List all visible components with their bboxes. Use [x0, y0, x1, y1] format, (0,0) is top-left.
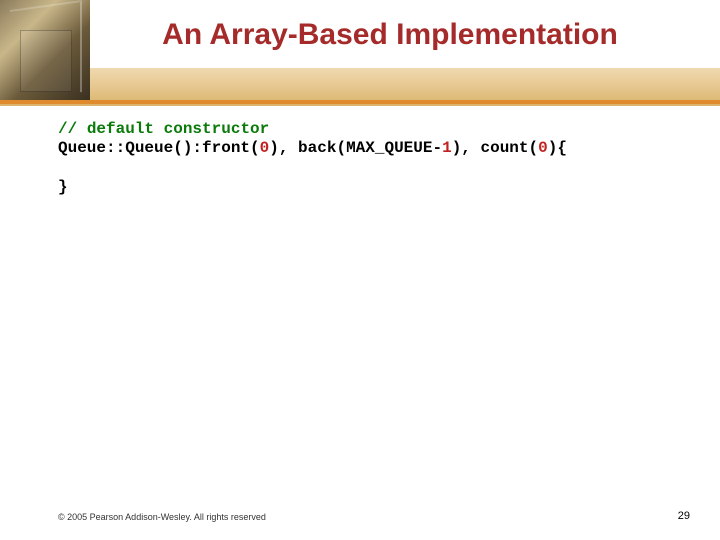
code-literal-one: 1	[442, 139, 452, 157]
code-comment-slashes: //	[58, 120, 87, 138]
code-line2-part-d: ){	[548, 139, 567, 157]
code-literal-zero-1: 0	[260, 139, 270, 157]
code-literal-zero-2: 0	[538, 139, 548, 157]
title-bar: An Array-Based Implementation	[0, 0, 720, 70]
code-comment-text: default constructor	[87, 120, 269, 138]
slide-header: An Array-Based Implementation	[0, 0, 720, 100]
code-line2-part-b: ), back(MAX_QUEUE-	[269, 139, 442, 157]
copyright-footer: © 2005 Pearson Addison-Wesley. All right…	[58, 512, 266, 522]
code-line2-part-c: ), count(	[452, 139, 538, 157]
slide-title: An Array-Based Implementation	[162, 18, 618, 52]
header-divider-line	[0, 100, 720, 104]
code-close-brace: }	[58, 178, 68, 196]
code-block: // default constructor Queue::Queue():fr…	[58, 120, 700, 197]
code-line2-part-a: Queue::Queue():front(	[58, 139, 260, 157]
page-number: 29	[678, 510, 690, 522]
